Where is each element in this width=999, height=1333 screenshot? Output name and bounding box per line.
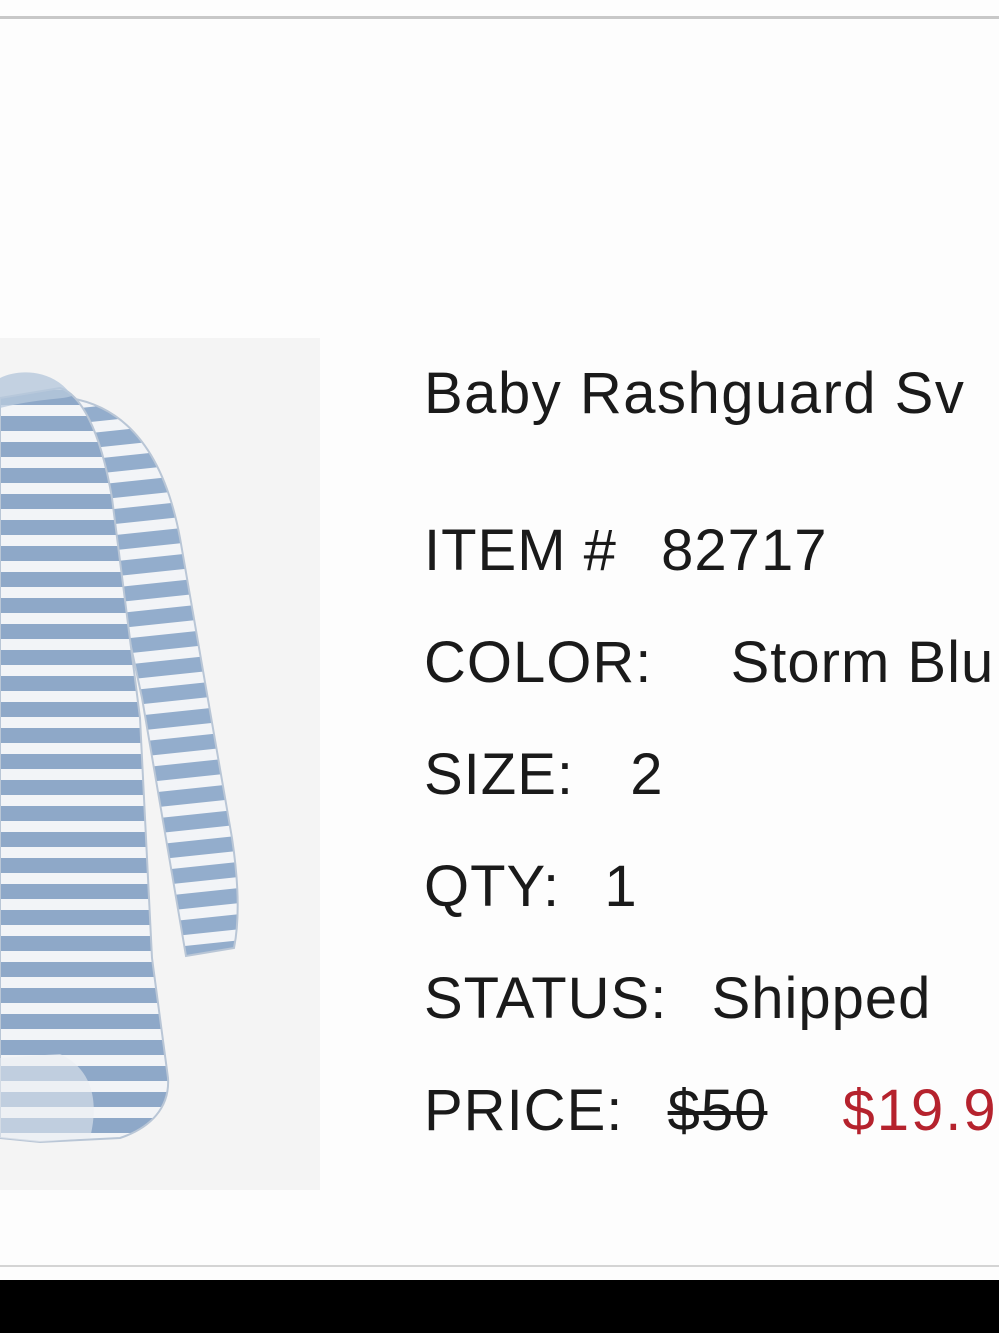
sale-price: $19.9 [842, 1078, 998, 1143]
price-row: PRICE: $50 $19.9 [424, 1076, 999, 1146]
order-item-screen: Baby Rashguard Sv ITEM # 82717 COLOR: St… [0, 0, 999, 1280]
color-label: COLOR: [424, 630, 653, 695]
status-value: Shipped [711, 966, 932, 1031]
color-value: Storm Blu [730, 630, 995, 695]
product-name[interactable]: Baby Rashguard Sv [424, 354, 999, 434]
size-value: 2 [630, 742, 664, 807]
top-divider [0, 16, 999, 19]
color-row: COLOR: Storm Blu [424, 628, 999, 698]
original-price: $50 [667, 1078, 768, 1143]
status-label: STATUS: [424, 966, 668, 1031]
size-label: SIZE: [424, 742, 575, 807]
quantity-row: QTY: 1 [424, 852, 999, 922]
size-row: SIZE: 2 [424, 740, 999, 810]
product-image[interactable] [0, 338, 320, 1190]
price-label: PRICE: [424, 1078, 624, 1143]
item-number-value: 82717 [661, 518, 828, 583]
status-row: STATUS: Shipped [424, 964, 999, 1034]
quantity-value: 1 [604, 854, 638, 919]
quantity-label: QTY: [424, 854, 561, 919]
rashguard-illustration [0, 338, 320, 1190]
product-details: Baby Rashguard Sv ITEM # 82717 COLOR: St… [424, 354, 999, 1188]
bottom-divider [0, 1265, 999, 1267]
item-number-row: ITEM # 82717 [424, 516, 999, 586]
item-number-label: ITEM # [424, 518, 617, 583]
